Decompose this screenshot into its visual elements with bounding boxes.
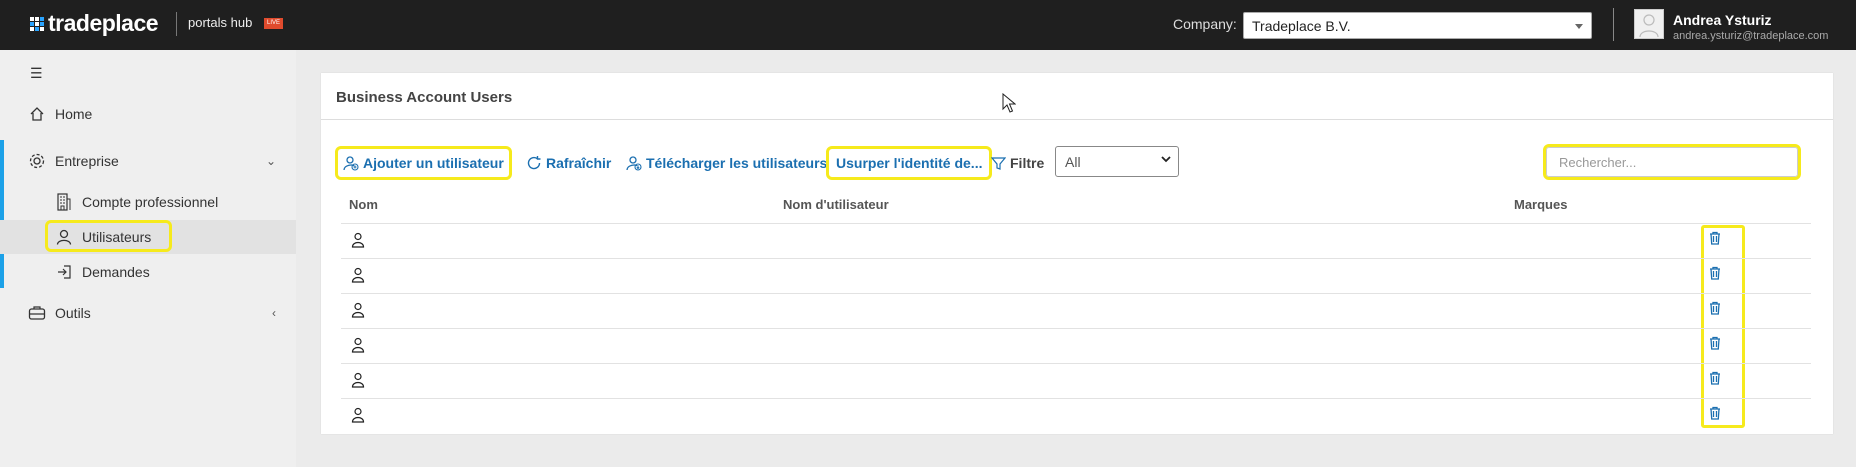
business-account-users-panel: Business Account Users Ajouter un utilis… (321, 73, 1833, 434)
trash-icon[interactable] (1709, 406, 1721, 425)
company-select[interactable]: Tradeplace B.V. (1243, 12, 1592, 39)
download-users-button[interactable]: Télécharger les utilisateurs (626, 149, 827, 177)
download-users-icon (626, 155, 642, 171)
person-icon (351, 337, 365, 358)
logo-text: tradeplace (48, 10, 159, 36)
table-row[interactable] (341, 398, 1811, 434)
impersonate-label: Usurper l'identité de... (836, 155, 983, 171)
highlight-box (45, 220, 172, 252)
user-email: andrea.ysturiz@tradeplace.com (1673, 30, 1829, 42)
trash-icon[interactable] (1709, 231, 1721, 250)
sidebar-item-home[interactable]: Home (0, 97, 296, 131)
add-user-button[interactable]: Ajouter un utilisateur (335, 146, 512, 180)
live-badge: LIVE (264, 18, 284, 29)
home-icon (27, 104, 47, 124)
sidebar-item-label: Entreprise (55, 153, 119, 169)
filter-select[interactable]: All (1055, 146, 1179, 177)
filter-label-group: Filtre (991, 149, 1044, 177)
building-icon (54, 192, 74, 212)
logo-mark-icon (30, 16, 44, 31)
trash-icon[interactable] (1709, 371, 1721, 390)
column-header-nom[interactable]: Nom (349, 197, 378, 212)
company-label: Company: (1173, 16, 1237, 32)
sign-in-icon (54, 262, 74, 282)
chevron-down-icon: ⌄ (265, 154, 276, 168)
person-icon (351, 302, 365, 323)
tradeplace-logo[interactable]: tradeplace (30, 10, 159, 37)
table-row[interactable] (341, 293, 1811, 329)
menu-toggle-icon[interactable]: ☰ (30, 65, 43, 82)
chevron-left-icon: ‹ (272, 306, 276, 320)
refresh-icon (526, 155, 542, 171)
header-divider (1613, 8, 1614, 41)
trash-icon[interactable] (1709, 266, 1721, 285)
logo-divider (176, 12, 177, 36)
sidebar: ☰ Home Entreprise ⌄ Compte professionnel… (0, 50, 296, 467)
chevron-down-icon (1160, 153, 1172, 168)
add-user-label: Ajouter un utilisateur (363, 155, 504, 171)
table-row[interactable] (341, 223, 1811, 259)
sidebar-item-label: Home (55, 106, 93, 122)
sidebar-item-demandes[interactable]: Demandes (0, 255, 296, 289)
mouse-cursor-icon (1002, 93, 1016, 113)
person-icon (351, 267, 365, 288)
avatar[interactable] (1634, 9, 1664, 39)
toolbox-icon (27, 303, 47, 323)
sidebar-item-label: Outils (55, 305, 91, 321)
refresh-button[interactable]: Rafraîchir (526, 149, 611, 177)
column-header-marques[interactable]: Marques (1514, 197, 1567, 212)
table-row[interactable] (341, 258, 1811, 294)
add-user-icon (343, 155, 359, 171)
settings-cog-icon (27, 151, 47, 171)
top-bar: tradeplace portals hub LIVE Company: Tra… (0, 0, 1856, 50)
table-row[interactable] (341, 328, 1811, 364)
column-header-nom-utilisateur[interactable]: Nom d'utilisateur (783, 197, 889, 212)
trash-icon[interactable] (1709, 301, 1721, 320)
company-select-value: Tradeplace B.V. (1252, 18, 1351, 34)
user-name[interactable]: Andrea Ysturiz (1673, 12, 1772, 28)
trash-icon[interactable] (1709, 336, 1721, 355)
filter-select-value: All (1065, 154, 1081, 170)
filter-label: Filtre (1010, 155, 1045, 171)
page-title: Business Account Users (336, 89, 513, 106)
sidebar-item-label: Compte professionnel (82, 194, 219, 210)
filter-icon (991, 156, 1006, 171)
user-placeholder-icon (1639, 14, 1659, 38)
portals-hub-label: portals hub (188, 15, 253, 30)
person-icon (351, 407, 365, 428)
sidebar-item-outils[interactable]: Outils ‹ (0, 296, 296, 330)
panel-divider (321, 119, 1833, 120)
sidebar-item-entreprise[interactable]: Entreprise ⌄ (0, 144, 296, 178)
refresh-label: Rafraîchir (546, 155, 612, 171)
caret-down-icon (1575, 24, 1583, 29)
search-placeholder: Rechercher... (1559, 155, 1637, 170)
sidebar-item-compte-professionnel[interactable]: Compte professionnel (0, 185, 296, 219)
sidebar-item-utilisateurs[interactable]: Utilisateurs (0, 220, 296, 254)
table-row[interactable] (341, 363, 1811, 399)
search-input[interactable]: Rechercher... (1543, 144, 1801, 180)
person-icon (351, 232, 365, 253)
download-users-label: Télécharger les utilisateurs (646, 155, 828, 171)
sidebar-item-label: Demandes (82, 264, 150, 280)
impersonate-button[interactable]: Usurper l'identité de... (825, 146, 993, 180)
person-icon (351, 372, 365, 393)
